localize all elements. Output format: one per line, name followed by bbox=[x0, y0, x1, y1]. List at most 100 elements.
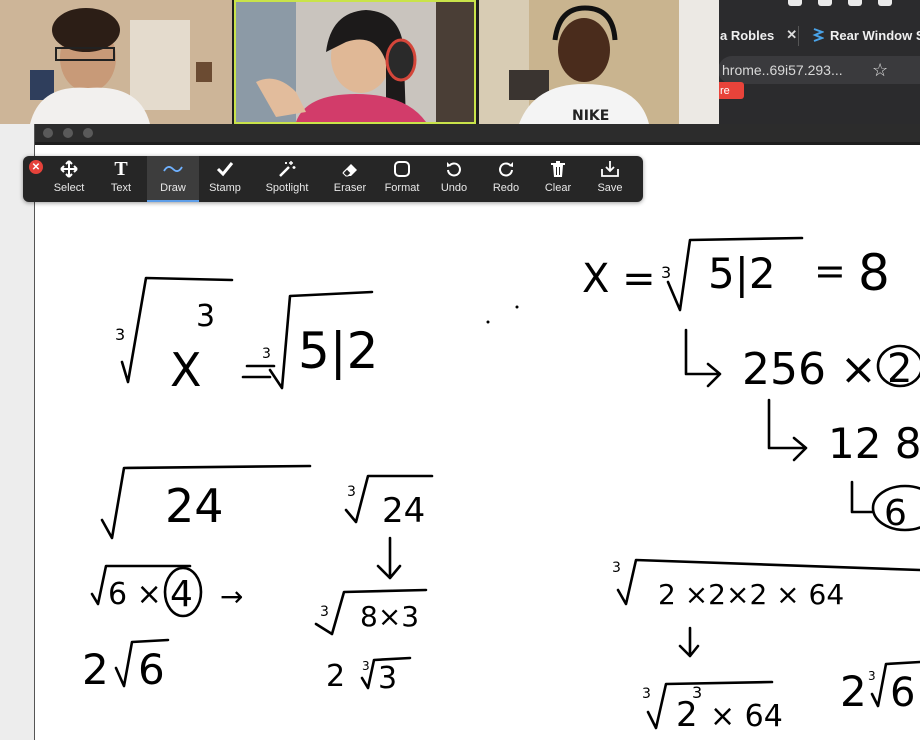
tab-label: Rear Window S bbox=[830, 27, 920, 43]
close-icon[interactable]: ✕ bbox=[786, 27, 797, 43]
toolbar-text-button[interactable]: T Text bbox=[95, 156, 147, 202]
two-cbrt6-handwriting: 2 3 6 bbox=[840, 660, 920, 716]
participant-3-image: NIKE bbox=[479, 0, 719, 124]
window-minimize-dot[interactable] bbox=[63, 128, 73, 138]
cbrt-pow-index: 3 bbox=[642, 686, 651, 702]
close-toolbar-icon[interactable]: ✕ bbox=[29, 160, 43, 174]
notification-chip: re bbox=[718, 82, 744, 99]
sqrt6x4-handwriting: 6 × 4 → bbox=[90, 564, 243, 618]
eq1-exp: 3 bbox=[196, 299, 215, 334]
eq1-index: 3 bbox=[115, 325, 125, 344]
toolbar-format-button[interactable]: Format bbox=[376, 156, 428, 202]
squiggle-icon bbox=[163, 156, 183, 182]
toolbar-label: Draw bbox=[160, 182, 186, 194]
cbrt8x3-radicand: 8×3 bbox=[360, 600, 419, 633]
participant-video-1[interactable] bbox=[0, 0, 232, 124]
cbrt-pow-exp: 3 bbox=[692, 683, 702, 702]
eq1-rhs: 5|2 bbox=[298, 322, 378, 380]
toolbar-label: Select bbox=[53, 182, 85, 194]
background-window-strip bbox=[0, 124, 35, 740]
eq1-rhs-index: 3 bbox=[262, 346, 271, 362]
cbrt-long-radicand: 2 ×2×2 × 64 bbox=[658, 578, 844, 611]
toolbar-stamp-button[interactable]: Stamp bbox=[199, 156, 251, 202]
menu-bar-icons bbox=[760, 0, 920, 8]
toolbar-draw-button[interactable]: Draw bbox=[147, 156, 199, 202]
cbrt-pow-rest: × 64 bbox=[710, 699, 783, 734]
participant-1-image bbox=[0, 0, 232, 124]
window-zoom-dot[interactable] bbox=[83, 128, 93, 138]
tab-label: a Robles bbox=[720, 27, 775, 43]
eq2-lhs: X = bbox=[582, 256, 656, 302]
toolbar-label: Redo bbox=[492, 182, 520, 194]
toolbar-select-button[interactable]: Select bbox=[43, 156, 95, 202]
browser-tab-2[interactable]: Rear Window S bbox=[812, 18, 920, 52]
toolbar-label: Format bbox=[384, 182, 420, 194]
window-close-dot[interactable] bbox=[43, 128, 53, 138]
cbrt-pow-handwriting: 3 2 3 × 64 bbox=[642, 680, 783, 735]
two-cbrt3-index: 3 bbox=[362, 659, 370, 673]
browser-tab-1[interactable]: a Robles ✕ bbox=[720, 18, 797, 52]
checkmark-icon bbox=[216, 156, 234, 182]
factor2-text: 12 8 bbox=[828, 419, 920, 468]
save-tray-icon bbox=[600, 156, 620, 182]
toolbar-label: Stamp bbox=[209, 182, 241, 194]
rounded-square-icon bbox=[393, 156, 411, 182]
factor1-text: 256 × bbox=[742, 344, 877, 395]
move-arrows-icon bbox=[60, 156, 78, 182]
eq2-result: 8 bbox=[858, 244, 890, 302]
toolbar-spotlight-button[interactable]: Spotlight bbox=[259, 156, 315, 202]
cbrt24-handwriting: 3 24 bbox=[344, 474, 434, 580]
undo-icon bbox=[445, 156, 463, 182]
cbrt24-radicand: 24 bbox=[382, 491, 425, 531]
cbrt-pow-base: 2 bbox=[676, 695, 698, 735]
eq2-handwriting: X = 3 5|2 = 8 bbox=[582, 236, 890, 312]
sqrt6x4-arrow: → bbox=[220, 580, 243, 613]
address-bar[interactable]: hrome..69i57.293... bbox=[718, 56, 920, 84]
sqrt6x4-circled: 4 bbox=[170, 574, 193, 615]
toolbar-clear-button[interactable]: Clear bbox=[532, 156, 584, 202]
participant-video-2[interactable] bbox=[234, 0, 476, 124]
eq2-index: 3 bbox=[661, 263, 671, 282]
toolbar-label: Save bbox=[597, 182, 623, 194]
sqrt24-radicand: 24 bbox=[165, 479, 224, 533]
two-sqrt6-radicand: 6 bbox=[138, 645, 165, 694]
two-cbrt3-radicand: 3 bbox=[378, 661, 397, 696]
factor-tree: 256 × 2 12 8 6 bbox=[684, 328, 920, 534]
whiteboard-titlebar bbox=[35, 124, 920, 142]
eq2-radicand: 5|2 bbox=[708, 249, 776, 298]
two-cbrt6-radicand: 6 bbox=[890, 670, 915, 716]
eq1-handwriting: 3 3 X 3 5|2 bbox=[115, 276, 519, 397]
eq2-eq: = bbox=[814, 249, 846, 293]
toolbar-save-button[interactable]: Save bbox=[584, 156, 636, 202]
cbrt8x3-handwriting: 3 8×3 bbox=[314, 588, 428, 636]
toolbar-label: Text bbox=[110, 182, 132, 194]
annotation-toolbar: Select T Text Draw Stamp Spotlight Erase… bbox=[23, 156, 643, 202]
sqrt6x4-text: 6 × bbox=[108, 577, 162, 612]
cbrt8x3-index: 3 bbox=[320, 604, 329, 620]
toolbar-label: Undo bbox=[440, 182, 468, 194]
bookmark-star-icon[interactable]: ☆ bbox=[872, 60, 888, 81]
toolbar-eraser-button[interactable]: Eraser bbox=[324, 156, 376, 202]
cbrt-long-index: 3 bbox=[612, 560, 621, 576]
participant-2-image bbox=[236, 2, 474, 122]
two-cbrt3-handwriting: 2 3 3 bbox=[326, 656, 412, 696]
factor1-circled: 2 bbox=[887, 346, 912, 392]
participant-video-3[interactable]: NIKE bbox=[479, 0, 719, 124]
svg-text:NIKE: NIKE bbox=[572, 108, 609, 124]
toolbar-redo-button[interactable]: Redo bbox=[480, 156, 532, 202]
factor3-circled: 6 bbox=[884, 493, 907, 534]
text-t-icon: T bbox=[114, 157, 128, 180]
url-text: hrome..69i57.293... bbox=[722, 62, 843, 78]
toolbar-undo-button[interactable]: Undo bbox=[428, 156, 480, 202]
site-favicon-icon bbox=[812, 28, 825, 42]
two-sqrt6-handwriting: 2 6 bbox=[82, 638, 170, 694]
toolbar-label: Spotlight bbox=[265, 182, 309, 194]
chip-text: re bbox=[720, 84, 730, 97]
tab-divider bbox=[798, 26, 799, 46]
magic-wand-icon bbox=[278, 156, 296, 182]
eraser-icon bbox=[341, 156, 359, 182]
toolbar-label: Eraser bbox=[333, 182, 367, 194]
two-cbrt3-coef: 2 bbox=[326, 659, 345, 694]
two-sqrt6-coef: 2 bbox=[82, 645, 109, 694]
redo-icon bbox=[497, 156, 515, 182]
